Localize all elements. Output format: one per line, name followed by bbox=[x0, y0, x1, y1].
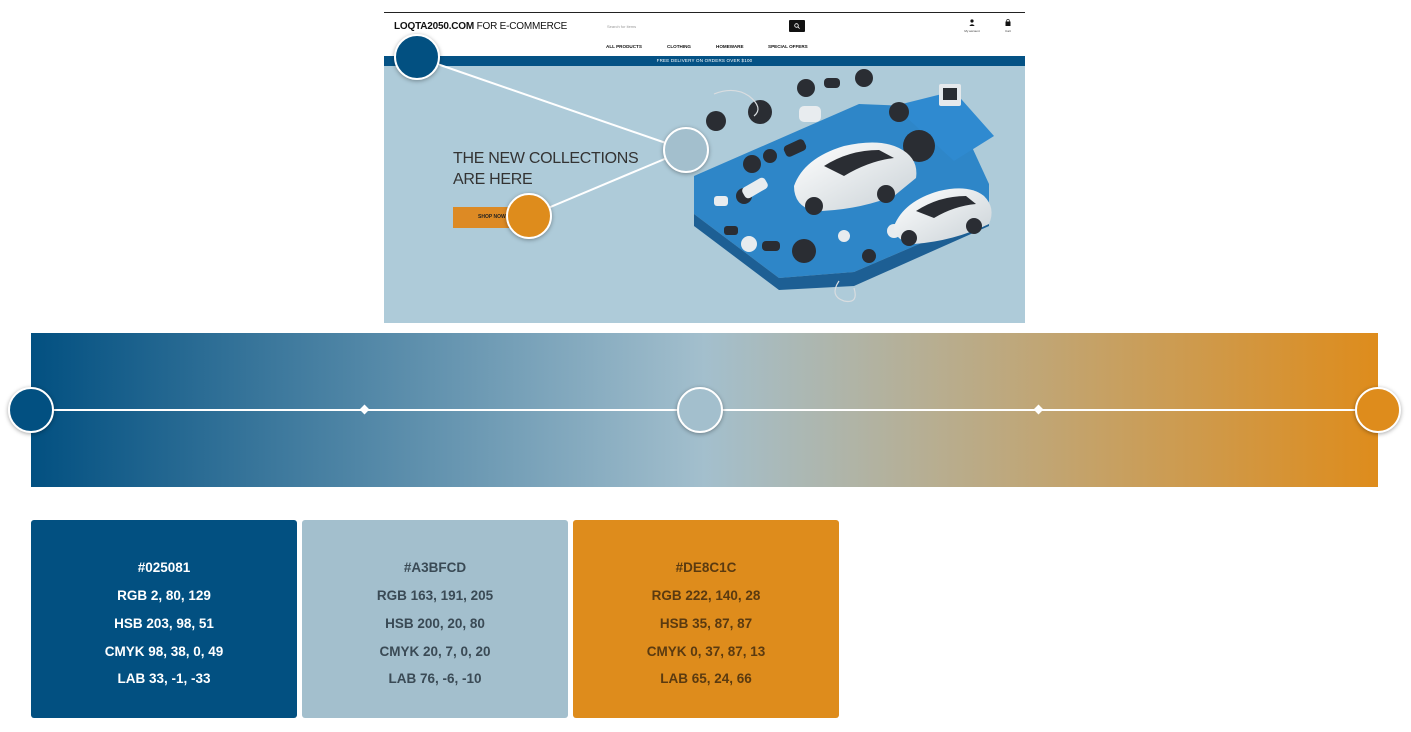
nav-homeware[interactable]: HOMEWARE bbox=[716, 44, 744, 49]
nav-clothing[interactable]: CLOTHING bbox=[667, 44, 691, 49]
swatch-hex: #A3BFCD bbox=[403, 560, 467, 575]
nav-all-products[interactable]: ALL PRODUCTS bbox=[606, 44, 642, 49]
swatch-lab: LAB 33, -1, -33 bbox=[117, 671, 211, 686]
gradient-stop-end[interactable] bbox=[1355, 387, 1401, 433]
nav-special-offers[interactable]: SPECIAL OFFERS bbox=[768, 44, 808, 49]
sample-point-orange[interactable] bbox=[506, 193, 552, 239]
swatch-rgb: RGB 163, 191, 205 bbox=[376, 588, 494, 603]
swatch-cmyk: CMYK 98, 38, 0, 49 bbox=[104, 644, 224, 659]
swatch-rgb: RGB 2, 80, 129 bbox=[117, 588, 211, 603]
promo-banner: FREE DELIVERY ON ORDERS OVER $100 bbox=[384, 56, 1025, 66]
account-label: My account bbox=[964, 29, 980, 33]
swatch-cmyk: CMYK 0, 37, 87, 13 bbox=[646, 644, 766, 659]
account-link[interactable]: My account bbox=[958, 19, 986, 33]
cart-label: Cart bbox=[1005, 29, 1011, 33]
hero-title-line1: THE NEW COLLECTIONS bbox=[453, 150, 639, 167]
sample-point-dark-blue[interactable] bbox=[394, 34, 440, 80]
swatch-hsb: HSB 200, 20, 80 bbox=[385, 616, 485, 631]
search-button[interactable] bbox=[789, 20, 805, 32]
gradient-stop-middle[interactable] bbox=[677, 387, 723, 433]
hero-product-image bbox=[694, 69, 994, 303]
user-icon bbox=[969, 19, 975, 26]
cart-link[interactable]: Cart bbox=[1000, 19, 1016, 33]
site-header: LOQTA2050.COM FOR E-COMMERCE Search for … bbox=[384, 12, 1025, 57]
hero-title: THE NEW COLLECTIONS ARE HERE bbox=[453, 148, 639, 190]
bag-icon bbox=[1005, 19, 1011, 26]
swatch-cmyk: CMYK 20, 7, 0, 20 bbox=[379, 644, 491, 659]
swatch-hex: #025081 bbox=[137, 560, 191, 575]
site-brand[interactable]: LOQTA2050.COM FOR E-COMMERCE bbox=[394, 21, 567, 32]
search-icon bbox=[794, 23, 800, 29]
hero-title-line2: ARE HERE bbox=[453, 171, 533, 188]
swatch-card-1[interactable]: #025081 RGB 2, 80, 129 HSB 203, 98, 51 C… bbox=[31, 520, 297, 718]
swatch-card-3[interactable]: #DE8C1C RGB 222, 140, 28 HSB 35, 87, 87 … bbox=[573, 520, 839, 718]
gradient-stop-start[interactable] bbox=[8, 387, 54, 433]
swatch-rgb: RGB 222, 140, 28 bbox=[651, 588, 761, 603]
main-nav: ALL PRODUCTS CLOTHING HOMEWARE SPECIAL O… bbox=[384, 44, 1025, 54]
website-screenshot: LOQTA2050.COM FOR E-COMMERCE Search for … bbox=[384, 12, 1025, 323]
swatch-hex: #DE8C1C bbox=[675, 560, 737, 575]
swatch-hsb: HSB 203, 98, 51 bbox=[114, 616, 214, 631]
swatch-lab: LAB 65, 24, 66 bbox=[660, 671, 752, 686]
swatch-lab: LAB 76, -6, -10 bbox=[388, 671, 482, 686]
swatch-card-2[interactable]: #A3BFCD RGB 163, 191, 205 HSB 200, 20, 8… bbox=[302, 520, 568, 718]
sample-point-light-blue[interactable] bbox=[663, 127, 709, 173]
swatch-hsb: HSB 35, 87, 87 bbox=[659, 616, 753, 631]
search-input[interactable]: Search for items bbox=[607, 24, 636, 29]
